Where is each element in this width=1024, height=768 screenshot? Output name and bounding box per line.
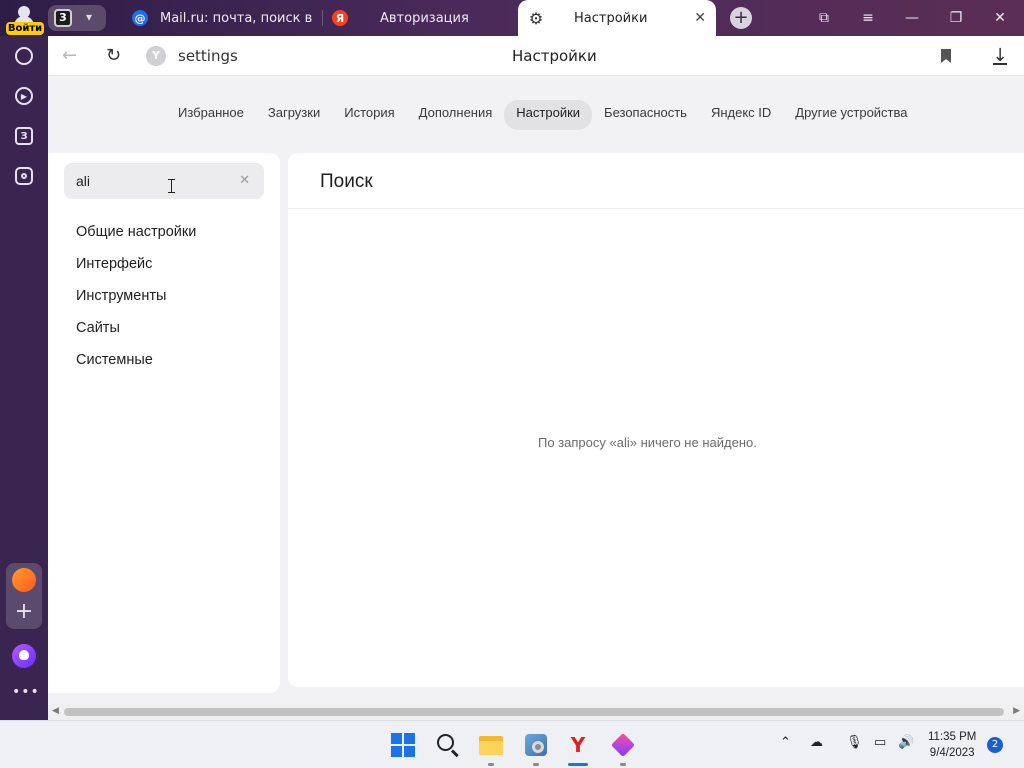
search-input[interactable]	[64, 163, 234, 199]
tab-label: Настройки	[574, 10, 648, 26]
empty-result-text: По запросу «ali» ничего не найдено.	[538, 435, 757, 450]
protect-icon[interactable]: Y	[146, 46, 166, 66]
nav-item-history[interactable]: История	[332, 100, 406, 130]
volume-icon[interactable]: 🔊	[898, 735, 914, 750]
settings-nav: Избранное Загрузки История Дополнения На…	[48, 100, 1024, 130]
title-bar: Войти 3 ▾ @ Mail.ru: почта, поиск в ин Я…	[0, 0, 1024, 36]
text-cursor-icon	[168, 179, 175, 193]
browser-sidebar: ▶ З + •••	[0, 36, 48, 720]
profile-button[interactable]: Войти	[4, 2, 44, 35]
page-title: Настройки	[512, 47, 597, 65]
app-gem-icon[interactable]	[610, 732, 636, 758]
history-icon[interactable]	[12, 44, 36, 68]
nav-item-yandex-id[interactable]: Яндекс ID	[699, 100, 783, 130]
chevron-up-icon[interactable]: ⌃	[780, 735, 791, 750]
menu-item-system[interactable]: Системные	[76, 351, 196, 383]
settings-sidebar: ✕ Общие настройки Интерфейс Инструменты …	[48, 153, 280, 693]
menu-item-general[interactable]: Общие настройки	[76, 223, 196, 255]
screenshot-icon[interactable]	[12, 164, 36, 188]
system-clock[interactable]: 11:35 PM 9/4/2023	[928, 729, 976, 761]
gear-icon: ⚙	[528, 8, 544, 28]
nav-item-favorites[interactable]: Избранное	[166, 100, 256, 130]
menu-item-interface[interactable]: Интерфейс	[76, 255, 196, 287]
clock-time: 11:35 PM	[928, 731, 977, 743]
control-panel-icon[interactable]	[524, 733, 548, 757]
search-results-panel: Поиск По запросу «ali» ничего не найдено…	[288, 153, 1024, 687]
tab-label: Mail.ru: почта, поиск в ин	[160, 10, 312, 26]
nav-item-downloads[interactable]: Загрузки	[256, 100, 332, 130]
search-icon[interactable]	[436, 733, 460, 758]
clear-search-icon[interactable]: ✕	[239, 173, 250, 188]
taskbar: Y ⌃ ☁ 🎙 ▭ 🔊 11:35 PM 9/4/2023 2	[0, 720, 1024, 768]
tab-counter-button[interactable]: 3 ▾	[48, 5, 106, 31]
tab-label: Авторизация	[380, 10, 469, 26]
mailru-icon: @	[132, 10, 148, 26]
notification-badge[interactable]: 2	[987, 737, 1003, 753]
tab-separator	[322, 10, 323, 26]
windows-start-icon[interactable]	[391, 733, 415, 757]
cloud-sync-icon[interactable]: ☁	[810, 735, 823, 750]
network-icon[interactable]: ▭	[874, 735, 886, 750]
settings-menu: Общие настройки Интерфейс Инструменты Са…	[76, 223, 196, 383]
back-icon[interactable]: ←	[62, 46, 82, 66]
tab-mailru[interactable]: @ Mail.ru: почта, поиск в ин	[132, 0, 312, 36]
address-bar: ← ↻ Y settings Настройки ↓	[48, 36, 1024, 76]
divider	[288, 208, 1024, 209]
tab-settings[interactable]: ⚙ Настройки ✕	[518, 0, 716, 36]
tabs-panel-icon[interactable]: ⧉	[802, 0, 846, 36]
file-explorer-icon[interactable]	[479, 733, 503, 757]
reload-icon[interactable]: ↻	[106, 46, 126, 66]
bookmark-icon[interactable]	[941, 49, 951, 63]
chevron-down-icon: ▾	[86, 10, 93, 24]
close-tab-icon[interactable]: ✕	[694, 10, 706, 26]
clock-date: 9/4/2023	[929, 747, 975, 759]
page-content: ← ↻ Y settings Настройки ↓ Избранное Заг…	[48, 36, 1024, 720]
scroll-right-icon[interactable]: ▶	[1013, 706, 1020, 716]
horizontal-scrollbar[interactable]: ◀ ▶	[48, 704, 1024, 720]
minimize-button[interactable]: —	[890, 0, 934, 36]
close-window-button[interactable]: ✕	[978, 0, 1022, 36]
plus-icon[interactable]: +	[12, 601, 36, 625]
nav-item-extensions[interactable]: Дополнения	[407, 100, 505, 130]
download-icon[interactable]: ↓	[990, 45, 1010, 67]
scrollbar-thumb[interactable]	[64, 708, 1004, 716]
url-field[interactable]: settings	[178, 47, 238, 65]
scroll-left-icon[interactable]: ◀	[52, 706, 59, 716]
tab-auth[interactable]: Я Авторизация	[332, 0, 512, 36]
section-heading: Поиск	[320, 171, 373, 192]
login-badge[interactable]: Войти	[6, 22, 44, 35]
microphone-icon[interactable]: 🎙	[846, 735, 863, 750]
mail-icon[interactable]	[12, 568, 36, 592]
alice-icon[interactable]	[12, 644, 36, 668]
nav-item-other-devices[interactable]: Другие устройства	[783, 100, 919, 130]
nav-item-settings[interactable]: Настройки	[504, 100, 593, 130]
active-app-indicator	[568, 763, 588, 766]
settings-search: ✕	[64, 163, 264, 199]
more-icon[interactable]: •••	[12, 684, 39, 700]
yandex-icon: Я	[332, 10, 348, 26]
play-icon[interactable]: ▶	[12, 84, 36, 108]
zen-icon[interactable]: З	[12, 124, 36, 148]
new-tab-button[interactable]: +	[730, 7, 752, 29]
menu-item-sites[interactable]: Сайты	[76, 319, 196, 351]
tab-count: 3	[54, 9, 72, 27]
nav-item-security[interactable]: Безопасность	[592, 100, 699, 130]
menu-icon[interactable]: ≡	[846, 0, 890, 36]
yandex-browser-icon[interactable]: Y	[566, 733, 590, 757]
restore-button[interactable]: ❐	[934, 0, 978, 36]
menu-item-tools[interactable]: Инструменты	[76, 287, 196, 319]
